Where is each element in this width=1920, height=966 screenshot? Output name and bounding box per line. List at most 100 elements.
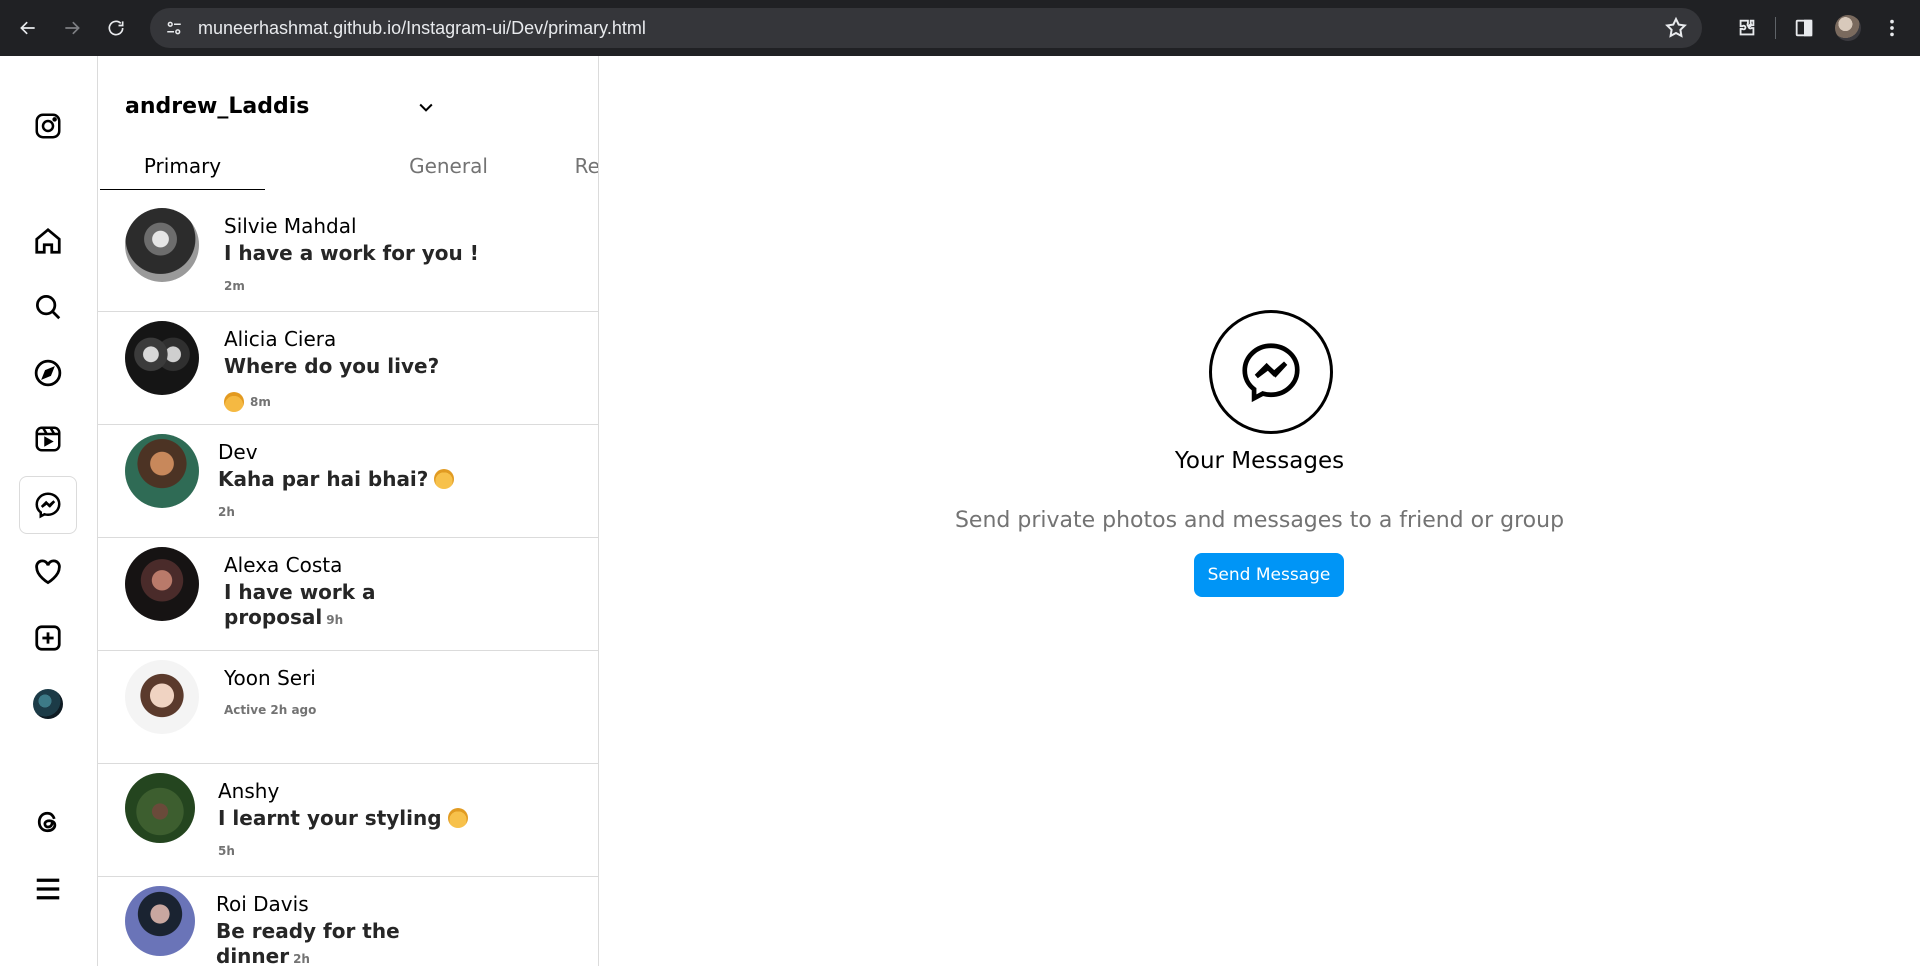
- create-icon: [35, 625, 61, 651]
- inbox-panel: andrew_Laddis Primary General Requests S…: [98, 56, 599, 966]
- profile-button[interactable]: [19, 675, 77, 733]
- contact-name: Alexa Costa: [224, 553, 343, 577]
- toolbar-divider: [1775, 17, 1776, 39]
- last-message: I have a work for you !: [224, 241, 479, 265]
- browser-profile-avatar: [1835, 15, 1861, 41]
- heart-icon: [35, 559, 61, 585]
- contact-name: Alicia Ciera: [224, 327, 337, 351]
- message-time: 5h: [218, 844, 235, 858]
- side-panel-icon: [1795, 19, 1813, 37]
- message-time: 2m: [224, 279, 245, 293]
- explore-button[interactable]: [19, 344, 77, 402]
- conversation-row[interactable]: Yoon Seri Active 2h ago: [98, 651, 598, 764]
- conversation-row[interactable]: Dev Kaha par hai bhai? 2h: [98, 425, 598, 538]
- instagram-logo-icon: [35, 113, 61, 139]
- last-message-text: I have work a proposal: [224, 580, 376, 629]
- home-icon: [35, 227, 61, 254]
- avatar: [125, 321, 199, 395]
- send-message-button[interactable]: Send Message: [1194, 553, 1344, 597]
- left-rail: [0, 56, 98, 966]
- blushing-face-emoji-icon: [447, 808, 468, 828]
- more-menu-button[interactable]: [19, 860, 77, 918]
- search-button[interactable]: [19, 278, 77, 336]
- side-panel-button[interactable]: [1782, 6, 1826, 50]
- cool-face-emoji-icon: [224, 392, 244, 412]
- conversation-row[interactable]: Anshy I learnt your styling 5h: [98, 764, 598, 877]
- last-message: Where do you live?: [224, 354, 440, 378]
- contact-name: Anshy: [218, 779, 280, 803]
- tab-requests[interactable]: Requests: [538, 142, 598, 190]
- instagram-logo-button[interactable]: [19, 97, 77, 155]
- contact-name: Yoon Seri: [224, 666, 316, 690]
- bookmark-star-icon[interactable]: [1664, 16, 1688, 40]
- forward-button[interactable]: [50, 6, 94, 50]
- inbox-header: andrew_Laddis: [98, 56, 598, 136]
- browser-toolbar: muneerhashmat.github.io/Instagram-ui/Dev…: [0, 0, 1920, 56]
- search-icon: [36, 295, 61, 320]
- profile-button[interactable]: [1826, 6, 1870, 50]
- avatar: [125, 208, 199, 282]
- message-time: 9h: [326, 613, 344, 627]
- message-time: 2h: [293, 952, 310, 966]
- home-button[interactable]: [19, 212, 77, 270]
- last-message-text: Kaha par hai bhai?: [218, 467, 429, 491]
- active-status: Active 2h ago: [224, 703, 317, 717]
- last-message: Kaha par hai bhai?: [218, 467, 488, 492]
- tab-general[interactable]: General: [366, 142, 531, 190]
- threads-button[interactable]: [19, 793, 77, 851]
- kebab-menu-icon: [1890, 19, 1894, 37]
- empty-state-title: Your Messages: [1174, 448, 1345, 474]
- address-bar[interactable]: muneerhashmat.github.io/Instagram-ui/Dev…: [150, 8, 1702, 48]
- chevron-down-icon[interactable]: [416, 97, 436, 117]
- conversation-row[interactable]: Silvie Mahdal I have a work for you ! 2m: [98, 199, 598, 312]
- notifications-button[interactable]: [19, 543, 77, 601]
- avatar: [125, 660, 199, 734]
- profile-avatar: [33, 689, 63, 719]
- conversation-row[interactable]: Alexa Costa I have work a proposal 9h: [98, 538, 598, 651]
- hamburger-menu-icon: [36, 878, 60, 900]
- inbox-tabs: Primary General Requests: [98, 142, 598, 190]
- instagram-app: andrew_Laddis Primary General Requests S…: [0, 56, 1920, 966]
- message-meta: 8m: [224, 392, 271, 412]
- site-info-button[interactable]: [154, 8, 194, 48]
- avatar: [125, 886, 195, 956]
- compass-icon: [34, 359, 62, 387]
- avatar: [125, 434, 199, 508]
- reels-button[interactable]: [19, 410, 77, 468]
- last-message: I have work a proposal 9h: [224, 580, 494, 633]
- tune-icon: [167, 21, 181, 35]
- last-message: I learnt your styling: [218, 806, 488, 831]
- reload-icon: [108, 20, 124, 36]
- last-message: Be ready for the dinner 2h: [216, 919, 486, 966]
- browser-actions: [1725, 0, 1920, 56]
- browser-menu-button[interactable]: [1870, 6, 1914, 50]
- messenger-icon: [1242, 343, 1300, 403]
- empty-state-subtitle: Send private photos and messages to a fr…: [954, 508, 1565, 533]
- back-button[interactable]: [6, 6, 50, 50]
- url-text[interactable]: muneerhashmat.github.io/Instagram-ui/Dev…: [198, 18, 646, 39]
- contact-name: Roi Davis: [216, 892, 309, 916]
- avatar: [125, 773, 195, 843]
- threads-icon: [37, 811, 57, 833]
- extensions-button[interactable]: [1725, 6, 1769, 50]
- avatar: [125, 547, 199, 621]
- conversation-row[interactable]: Roi Davis Be ready for the dinner 2h: [98, 877, 598, 966]
- messages-button[interactable]: [19, 476, 77, 534]
- puzzle-icon: [1739, 19, 1755, 36]
- create-button[interactable]: [19, 609, 77, 667]
- reload-button[interactable]: [94, 6, 138, 50]
- tab-primary[interactable]: Primary: [100, 142, 265, 190]
- contact-name: Dev: [218, 440, 258, 464]
- message-time: 2h: [218, 505, 235, 519]
- conversation-list: Silvie Mahdal I have a work for you ! 2m…: [98, 199, 598, 966]
- weary-face-emoji-icon: [434, 469, 455, 489]
- messages-empty-state: Your Messages Send private photos and me…: [599, 56, 1920, 966]
- last-message-text: I learnt your styling: [218, 806, 442, 830]
- conversation-row[interactable]: Alicia Ciera Where do you live? 8m: [98, 312, 598, 425]
- arrow-left-icon: [20, 21, 35, 35]
- message-time: 8m: [250, 395, 271, 409]
- account-username[interactable]: andrew_Laddis: [125, 94, 309, 119]
- messenger-icon: [35, 492, 61, 519]
- messenger-badge: [1209, 310, 1333, 434]
- reels-icon: [35, 426, 61, 452]
